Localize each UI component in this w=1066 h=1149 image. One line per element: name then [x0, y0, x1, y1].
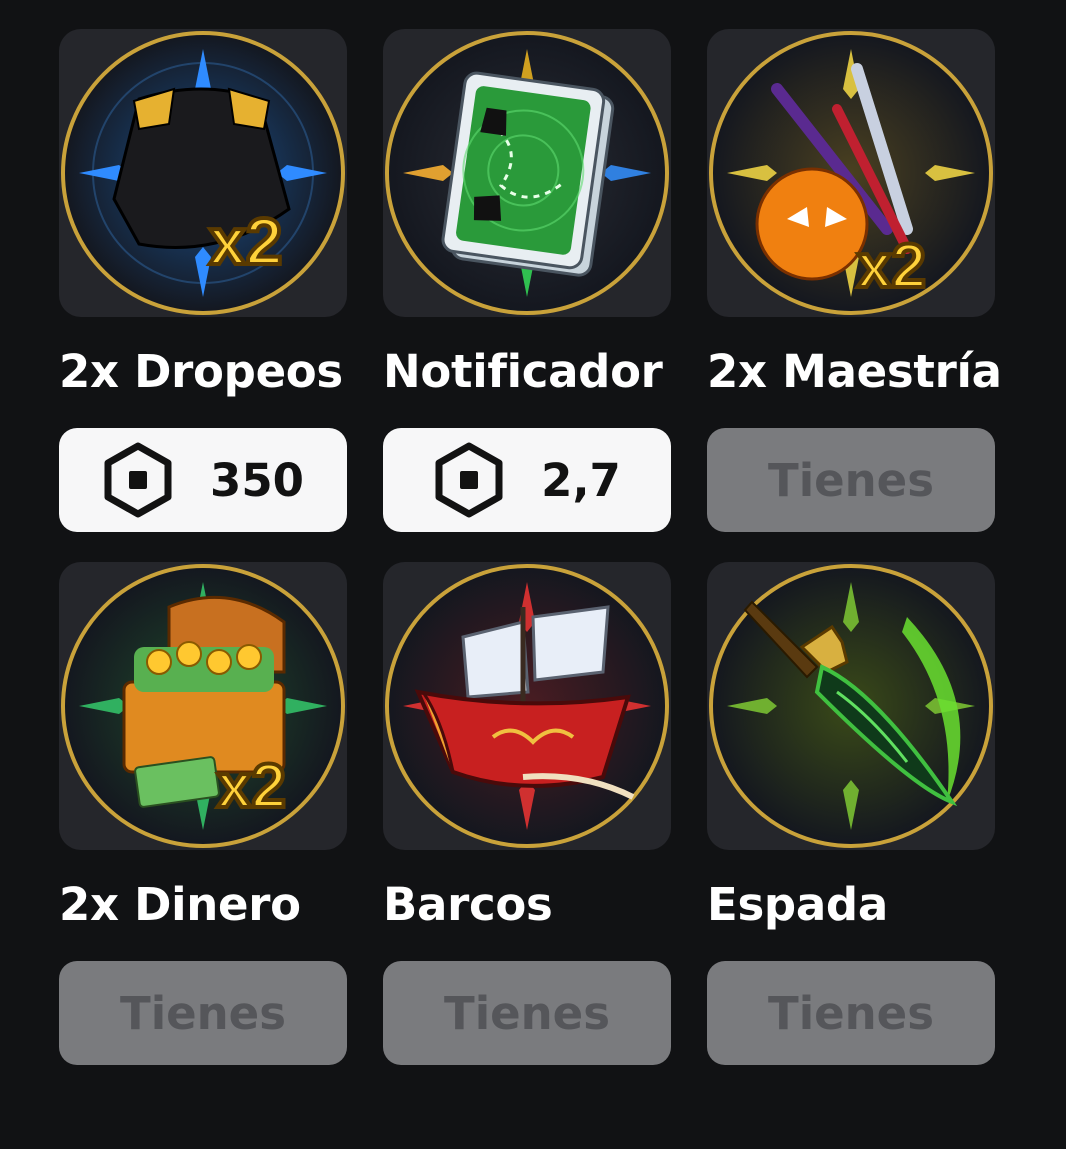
gamepass-card: x2 2x Dropeos 350 [59, 29, 347, 532]
owned-label: Tienes [444, 986, 610, 1040]
gamepass-grid: x2 2x Dropeos 350 Notificador 2,7 x2 2x … [59, 29, 1002, 1065]
gamepass-thumbnail[interactable] [383, 562, 671, 850]
price-label: 350 [210, 453, 304, 507]
owned-button: Tienes [383, 961, 671, 1065]
gamepass-card: x2 2x Maestría Tienes [707, 29, 1002, 532]
owned-label: Tienes [120, 986, 286, 1040]
gamepass-thumbnail[interactable]: x2 [59, 29, 347, 317]
svg-text:x2: x2 [209, 204, 282, 278]
gamepass-thumbnail[interactable] [383, 29, 671, 317]
svg-text:x2: x2 [857, 232, 926, 301]
gamepass-name: Notificador [383, 345, 663, 398]
treasure-chest-x2-icon: x2 [61, 564, 345, 848]
robux-icon [104, 442, 172, 518]
owned-label: Tienes [768, 986, 934, 1040]
svg-text:x2: x2 [217, 752, 286, 821]
gamepass-card: Notificador 2,7 [383, 29, 671, 532]
green-sword-icon [709, 564, 993, 848]
gamepass-thumbnail[interactable]: x2 [59, 562, 347, 850]
buy-button[interactable]: 350 [59, 428, 347, 532]
gamepass-card: Espada Tienes [707, 562, 995, 1065]
cape-x2-icon: x2 [61, 31, 345, 315]
price-label: 2,7 [541, 453, 621, 507]
robux-icon [435, 442, 503, 518]
gamepass-name: Barcos [383, 878, 553, 931]
gamepass-name: 2x Maestría [707, 345, 1002, 398]
buy-button[interactable]: 2,7 [383, 428, 671, 532]
gamepass-thumbnail[interactable]: x2 [707, 29, 995, 317]
map-card-icon [385, 31, 669, 315]
pirate-ship-icon [385, 564, 669, 848]
gamepass-thumbnail[interactable] [707, 562, 995, 850]
swords-fruit-x2-icon: x2 [709, 31, 993, 315]
owned-button: Tienes [59, 961, 347, 1065]
gamepass-card: x2 2x Dinero Tienes [59, 562, 347, 1065]
gamepass-card: Barcos Tienes [383, 562, 671, 1065]
gamepass-name: 2x Dropeos [59, 345, 343, 398]
owned-label: Tienes [768, 453, 934, 507]
owned-button: Tienes [707, 961, 995, 1065]
gamepass-name: 2x Dinero [59, 878, 301, 931]
owned-button: Tienes [707, 428, 995, 532]
gamepass-name: Espada [707, 878, 888, 931]
